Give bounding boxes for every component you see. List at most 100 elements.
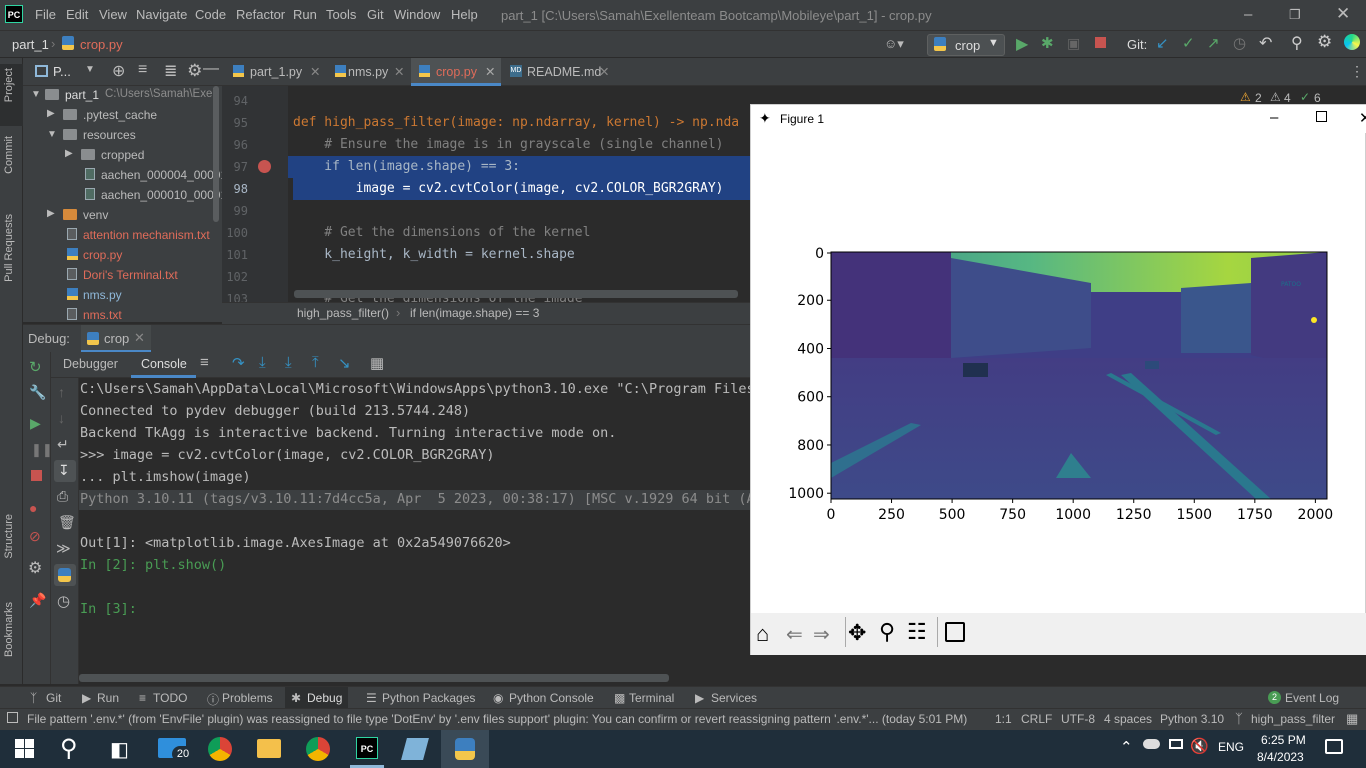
git-history-icon[interactable]: ◷: [1233, 34, 1246, 52]
tab-part-1-py[interactable]: part_1.py ✕: [230, 58, 340, 86]
indent-setting[interactable]: 4 spaces: [1104, 712, 1152, 726]
jetbrains-toolbox-icon[interactable]: [1344, 34, 1360, 50]
console-horizontal-scrollbar[interactable]: [79, 674, 669, 682]
tool-tab-python-console[interactable]: Python Console: [509, 691, 594, 705]
commit-tool-tab[interactable]: Commit: [3, 136, 15, 174]
tab-console[interactable]: Console: [141, 357, 187, 371]
search-icon[interactable]: ⚲: [60, 734, 78, 763]
mute-breakpoints-icon[interactable]: ⊘: [29, 528, 41, 545]
task-view-icon[interactable]: ◧: [110, 737, 129, 762]
tree-root-label[interactable]: part_1: [65, 88, 99, 102]
pull-requests-tool-tab[interactable]: Pull Requests: [3, 214, 15, 282]
coverage-icon[interactable]: ▣: [1067, 35, 1080, 52]
git-push-icon[interactable]: ↗: [1207, 34, 1220, 52]
tool-tab-event-log[interactable]: Event Log: [1285, 691, 1339, 705]
tree-item-nms-txt[interactable]: nms.txt: [83, 308, 122, 322]
maximize-icon[interactable]: [1316, 111, 1327, 122]
menu-file[interactable]: File: [35, 7, 56, 22]
options-gear-icon[interactable]: ⚙: [173, 61, 202, 81]
project-tool-tab[interactable]: Project: [3, 68, 15, 102]
execute-icon[interactable]: ≫: [56, 540, 71, 557]
back-arrow-icon[interactable]: ⇐: [786, 622, 803, 647]
zoom-magnifier-icon[interactable]: ⚲: [879, 619, 895, 645]
minimize-icon[interactable]: –: [1270, 109, 1278, 126]
tool-tab-debug[interactable]: Debug: [307, 691, 342, 705]
menu-view[interactable]: View: [99, 7, 127, 22]
tab-nms-py[interactable]: nms.py ✕: [332, 58, 412, 86]
menu-navigate[interactable]: Navigate: [136, 7, 187, 22]
subplots-config-icon[interactable]: ☷: [907, 619, 927, 645]
menu-code[interactable]: Code: [195, 7, 226, 22]
chevron-right-icon[interactable]: ▶: [47, 208, 55, 219]
menu-git[interactable]: Git: [367, 7, 384, 22]
tree-item-nms-py[interactable]: nms.py: [83, 288, 122, 302]
breadcrumb-if[interactable]: if len(image.shape) == 3: [410, 306, 539, 320]
close-tab-icon[interactable]: ✕: [134, 330, 145, 346]
chevron-right-icon[interactable]: ▶: [47, 108, 55, 119]
python-interpreter[interactable]: Python 3.10: [1160, 712, 1224, 726]
rollback-icon[interactable]: ↶: [1259, 33, 1272, 53]
console-input-prompt[interactable]: In [3]:: [80, 601, 137, 617]
tree-item-venv[interactable]: venv: [83, 208, 108, 222]
file-explorer-icon[interactable]: [257, 739, 281, 758]
chevron-down-icon[interactable]: ▼: [47, 129, 57, 140]
debug-session-tab[interactable]: crop ✕: [81, 325, 151, 353]
run-icon[interactable]: ▶: [1016, 34, 1028, 54]
editor-horizontal-scrollbar[interactable]: [294, 290, 738, 298]
tree-scrollbar[interactable]: [213, 86, 219, 222]
close-tab-icon[interactable]: ✕: [599, 64, 609, 79]
rerun-icon[interactable]: ↻: [29, 358, 42, 376]
volume-muted-icon[interactable]: 🔇: [1190, 737, 1209, 755]
resume-icon[interactable]: ▶: [30, 415, 41, 432]
close-icon[interactable]: ✕: [1359, 109, 1366, 127]
language-indicator[interactable]: ENG: [1218, 740, 1244, 754]
chrome-icon[interactable]: [208, 737, 232, 761]
stop-icon[interactable]: [1095, 37, 1106, 48]
clear-all-icon[interactable]: 🗑: [58, 514, 76, 531]
tool-tab-run[interactable]: Run: [97, 691, 119, 705]
evaluate-expression-icon[interactable]: ▦: [370, 354, 384, 372]
down-arrow-icon[interactable]: ↓: [58, 410, 65, 426]
menu-edit[interactable]: Edit: [66, 7, 88, 22]
tree-item-crop-py[interactable]: crop.py: [83, 248, 122, 262]
onedrive-cloud-icon[interactable]: [1143, 739, 1160, 749]
chevron-up-icon[interactable]: ⌃: [1120, 738, 1133, 756]
up-arrow-icon[interactable]: ↑: [58, 384, 65, 400]
status-toggle-icon[interactable]: [7, 712, 18, 723]
menu-run[interactable]: Run: [293, 7, 317, 22]
run-config-select[interactable]: crop ▼: [927, 34, 1005, 56]
menu-window[interactable]: Window: [394, 7, 440, 22]
tool-tab-git[interactable]: Git: [46, 691, 61, 705]
tree-item-pytest-cache[interactable]: .pytest_cache: [83, 108, 157, 122]
figure-canvas[interactable]: PATOO 0 200 400 600 800 1000 0 250 500 750 1000 12…: [751, 133, 1366, 613]
print-icon[interactable]: ⎙: [57, 488, 68, 505]
stop-icon[interactable]: [31, 470, 42, 481]
tab-crop-py[interactable]: crop.py ✕: [411, 58, 501, 86]
pycharm-taskbar-icon[interactable]: PC: [356, 737, 378, 759]
tool-tab-problems[interactable]: Problems: [222, 691, 273, 705]
tree-item-doris-terminal[interactable]: Dori's Terminal.txt: [83, 268, 178, 282]
close-tab-icon[interactable]: ✕: [394, 64, 404, 79]
notifications-icon[interactable]: [1325, 739, 1343, 754]
close-tab-icon[interactable]: ✕: [485, 64, 495, 79]
history-clock-icon[interactable]: ◷: [57, 592, 70, 610]
pin-tab-icon[interactable]: 📌: [29, 592, 46, 609]
nav-file[interactable]: crop.py: [80, 37, 123, 52]
view-breakpoints-icon[interactable]: ●: [29, 500, 37, 516]
git-commit-icon[interactable]: ✓: [1182, 34, 1195, 52]
tab-debugger[interactable]: Debugger: [63, 357, 118, 371]
tree-item-aachen-10[interactable]: aachen_000010_000019: [101, 188, 222, 202]
file-encoding[interactable]: UTF-8: [1061, 712, 1095, 726]
nav-project[interactable]: part_1: [12, 37, 49, 52]
chevron-right-icon[interactable]: ▶: [65, 148, 73, 159]
clock-date[interactable]: 8/4/2023: [1257, 750, 1304, 764]
step-out-icon[interactable]: ⤒: [312, 354, 319, 371]
close-tab-icon[interactable]: ✕: [310, 64, 320, 79]
step-over-icon[interactable]: ↷: [232, 354, 245, 372]
chrome-profile-icon[interactable]: [306, 737, 330, 761]
home-icon[interactable]: ⌂: [756, 621, 769, 647]
step-into-icon[interactable]: ⤓: [259, 354, 266, 371]
close-icon[interactable]: ✕: [1336, 4, 1350, 24]
status-message[interactable]: File pattern '.env.*' (from 'EnvFile' pl…: [27, 712, 967, 726]
scroll-to-end-icon[interactable]: ↧: [58, 462, 70, 479]
